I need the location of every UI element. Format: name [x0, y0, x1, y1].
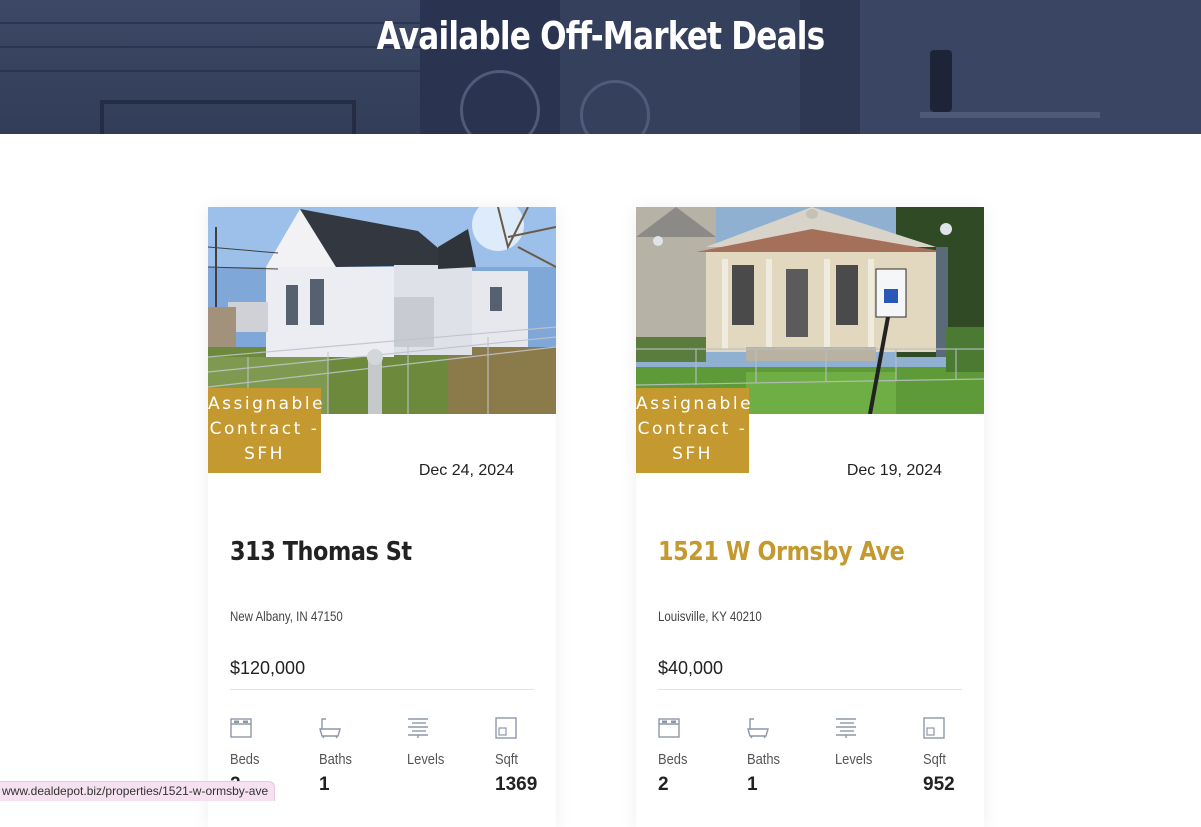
bathtub-icon [747, 717, 769, 739]
listing-location: New Albany, IN 47150 [230, 608, 343, 624]
listing-address-link[interactable]: 313 Thomas St [230, 537, 412, 567]
listing-type-badge: Assignable Contract - SFH [208, 388, 321, 473]
stat-sqft: Sqft 952 [923, 717, 983, 796]
listing-photo[interactable] [636, 207, 984, 414]
house-photo-image [208, 207, 556, 414]
listing-address-link[interactable]: 1521 W Ormsby Ave [658, 537, 904, 567]
levels-icon [835, 717, 857, 739]
listing-date: Dec 24, 2024 [419, 462, 514, 480]
stat-label: Beds [230, 751, 282, 768]
stat-label: Levels [407, 751, 459, 768]
stat-levels: Levels [835, 717, 895, 774]
listing-location: Louisville, KY 40210 [658, 608, 762, 624]
badge-line: Contract - [210, 419, 320, 439]
stat-label: Sqft [923, 751, 975, 768]
listing-card[interactable]: Assignable Contract - SFH Dec 19, 2024 1… [636, 207, 984, 827]
stat-value: 2 [658, 774, 718, 796]
levels-icon [407, 717, 429, 739]
hero-background-frame [100, 100, 356, 134]
stat-levels: Levels [407, 717, 467, 774]
divider [658, 689, 962, 690]
badge-line: Assignable [208, 394, 325, 414]
stat-value: 1369 [495, 774, 555, 796]
stat-label: Levels [835, 751, 887, 768]
stat-label: Baths [319, 751, 371, 768]
stat-baths: Baths 1 [319, 717, 379, 796]
listing-price: $120,000 [230, 658, 305, 679]
hero-background-bicycle-wheel [580, 80, 650, 134]
stat-baths: Baths 1 [747, 717, 807, 796]
stat-beds: Beds 2 [658, 717, 718, 796]
house-photo-image [636, 207, 984, 414]
hero-banner: Available Off-Market Deals [0, 0, 1201, 134]
bed-icon [658, 717, 680, 739]
page-title: Available Off-Market Deals [108, 14, 1093, 58]
bed-icon [230, 717, 252, 739]
stat-label: Baths [747, 751, 799, 768]
listing-photo[interactable] [208, 207, 556, 414]
badge-line: SFH [244, 444, 285, 464]
floor-area-icon [923, 717, 945, 739]
badge-line: SFH [672, 444, 713, 464]
bathtub-icon [319, 717, 341, 739]
stat-label: Beds [658, 751, 710, 768]
floor-area-icon [495, 717, 517, 739]
divider [230, 689, 534, 690]
listing-date: Dec 19, 2024 [847, 462, 942, 480]
hero-background-plank [0, 70, 420, 72]
stat-value: 1 [319, 774, 379, 796]
badge-line: Contract - [638, 419, 748, 439]
listing-card[interactable]: Assignable Contract - SFH Dec 24, 2024 3… [208, 207, 556, 827]
stat-sqft: Sqft 1369 [495, 717, 555, 796]
listing-type-badge: Assignable Contract - SFH [636, 388, 749, 473]
hero-background-vase [930, 50, 952, 112]
stat-value: 952 [923, 774, 983, 796]
stat-value: 1 [747, 774, 807, 796]
stat-label: Sqft [495, 751, 547, 768]
badge-line: Assignable [636, 394, 753, 414]
link-preview-status-bar: www.dealdepot.biz/properties/1521-w-orms… [0, 781, 275, 801]
hero-background-shelf [920, 112, 1100, 118]
listing-price: $40,000 [658, 658, 723, 679]
